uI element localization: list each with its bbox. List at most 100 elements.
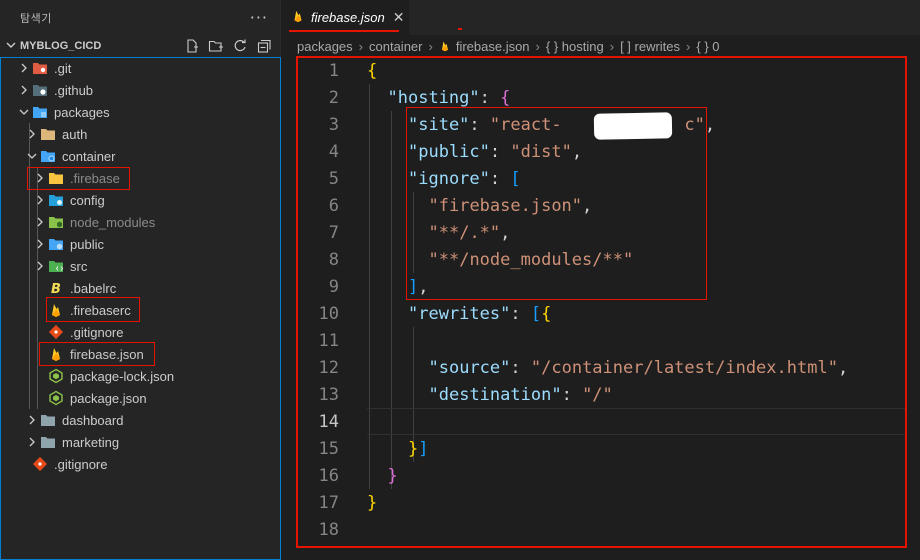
editor-area: firebase.json ✕ packages › container › f… <box>281 0 920 560</box>
tree-item-auth-folder[interactable]: auth <box>0 123 281 145</box>
chevron-right-icon <box>24 437 40 447</box>
code-line[interactable]: 5 "ignore": [ <box>281 165 920 192</box>
breadcrumb-item[interactable]: container <box>369 39 422 54</box>
tree-item-firebase-json[interactable]: firebase.json <box>0 343 281 365</box>
chevron-right-icon <box>32 195 48 205</box>
tree-item-root-gitignore[interactable]: .gitignore <box>0 453 281 475</box>
code-text: "ignore": [ <box>408 168 521 189</box>
chevron-right-icon: › <box>609 38 615 54</box>
chevron-right-icon <box>32 173 48 183</box>
tree-item-dashboard-folder[interactable]: dashboard <box>0 409 281 431</box>
git-folder-icon <box>32 60 48 76</box>
tree-item-label: container <box>62 148 116 164</box>
firebase-icon <box>48 346 64 362</box>
explorer-title: 탐색기 <box>20 11 52 25</box>
line-number: 14 <box>318 411 339 432</box>
svg-text:B: B <box>51 282 61 296</box>
line-number: 7 <box>328 222 339 243</box>
tree-item-label: .babelrc <box>70 280 117 296</box>
annotation-mark <box>458 28 462 30</box>
code-line[interactable]: 4 "public": "dist", <box>281 138 920 165</box>
line-number: 12 <box>318 357 339 378</box>
chevron-down-icon <box>24 151 40 161</box>
tree-item-babelrc[interactable]: B .babelrc <box>0 277 281 299</box>
tree-item-package-json[interactable]: package.json <box>0 387 281 409</box>
tree-item-label: src <box>70 258 88 274</box>
code-line[interactable]: 18 <box>281 516 920 543</box>
tree-item-config-folder[interactable]: config <box>0 189 281 211</box>
tree-item-packages-folder[interactable]: packages <box>0 101 281 123</box>
new-folder-icon[interactable] <box>208 38 224 54</box>
code-line[interactable]: 8 "**/node_modules/**" <box>281 246 920 273</box>
code-text: "destination": "/" <box>428 384 613 405</box>
line-number: 11 <box>318 330 339 351</box>
chevron-right-icon: › <box>358 38 363 54</box>
tree-item-src-folder[interactable]: src <box>0 255 281 277</box>
code-line[interactable]: 14 <box>281 408 920 435</box>
tree-item-firebase-folder[interactable]: .firebase <box>0 167 281 189</box>
tree-item-label: .gitignore <box>54 456 108 472</box>
breadcrumb-item[interactable]: { } hosting <box>546 39 604 54</box>
line-number: 17 <box>318 492 339 513</box>
git-file-icon <box>32 456 48 472</box>
breadcrumb-item[interactable]: [ ] rewrites <box>620 39 680 54</box>
folder-icon <box>48 170 64 186</box>
close-icon[interactable]: ✕ <box>393 10 405 26</box>
public-folder-icon <box>48 236 64 252</box>
tree-item-label: .github <box>54 82 94 98</box>
refresh-icon[interactable] <box>232 38 248 54</box>
breadcrumb-item[interactable]: { } 0 <box>696 39 719 54</box>
tree-item-public-folder[interactable]: public <box>0 233 281 255</box>
more-actions-icon[interactable]: ··· <box>250 8 268 27</box>
code-text: "**/.*", <box>428 222 511 243</box>
tree-item-firebaserc[interactable]: .firebaserc <box>0 299 281 321</box>
code-text: "public": "dist", <box>408 141 583 162</box>
code-line[interactable]: 11 <box>281 327 920 354</box>
new-file-icon[interactable] <box>184 38 200 54</box>
tree-item-github-folder[interactable]: .github <box>0 79 281 101</box>
line-number: 6 <box>328 195 339 216</box>
folder-icon <box>40 412 56 428</box>
node-folder-icon <box>48 214 64 230</box>
file-tree: .git .github packages auth container .fi… <box>0 57 281 475</box>
line-number: 13 <box>318 384 339 405</box>
code-line[interactable]: 2 "hosting": { <box>281 84 920 111</box>
tab-firebase-json[interactable]: firebase.json ✕ <box>281 0 409 35</box>
tree-item-label: .firebase <box>70 170 120 186</box>
chevron-right-icon <box>24 129 40 139</box>
tree-item-label: .gitignore <box>70 324 124 340</box>
code-line[interactable]: 6 "firebase.json", <box>281 192 920 219</box>
breadcrumb-item[interactable]: firebase.json <box>456 39 530 54</box>
tree-item-package-lock-json[interactable]: package-lock.json <box>0 365 281 387</box>
container-folder-icon <box>40 148 56 164</box>
code-line[interactable]: 10 "rewrites": [{ <box>281 300 920 327</box>
tree-item-label: .firebaserc <box>70 302 131 318</box>
breadcrumb-item[interactable]: packages <box>297 39 353 54</box>
tree-item-gitignore[interactable]: .gitignore <box>0 321 281 343</box>
workspace-section-header[interactable]: MYBLOG_CICD <box>0 35 280 57</box>
code-line[interactable]: 17} <box>281 489 920 516</box>
tree-item-marketing-folder[interactable]: marketing <box>0 431 281 453</box>
line-number: 1 <box>328 60 339 81</box>
line-number: 9 <box>328 276 339 297</box>
tree-item-label: firebase.json <box>70 346 144 362</box>
code-line[interactable]: 9 ], <box>281 273 920 300</box>
tree-item-node-modules-folder[interactable]: node_modules <box>0 211 281 233</box>
chevron-right-icon <box>32 239 48 249</box>
git-file-icon <box>48 324 64 340</box>
line-number: 2 <box>328 87 339 108</box>
code-line[interactable]: 1{ <box>281 57 920 84</box>
tree-item-git-folder[interactable]: .git <box>0 57 281 79</box>
code-line[interactable]: 15 }] <box>281 435 920 462</box>
collapse-all-icon[interactable] <box>256 38 272 54</box>
redaction-patch <box>593 112 673 140</box>
code-text: } <box>367 492 378 513</box>
explorer-header: 탐색기 ··· <box>0 0 280 35</box>
code-line[interactable]: 16 } <box>281 462 920 489</box>
code-text: "hosting": { <box>387 87 511 108</box>
code-line[interactable]: 13 "destination": "/" <box>281 381 920 408</box>
workspace-name: MYBLOG_CICD <box>20 40 102 52</box>
code-line[interactable]: 7 "**/.*", <box>281 219 920 246</box>
tree-item-container-folder[interactable]: container <box>0 145 281 167</box>
code-line[interactable]: 12 "source": "/container/latest/index.ht… <box>281 354 920 381</box>
